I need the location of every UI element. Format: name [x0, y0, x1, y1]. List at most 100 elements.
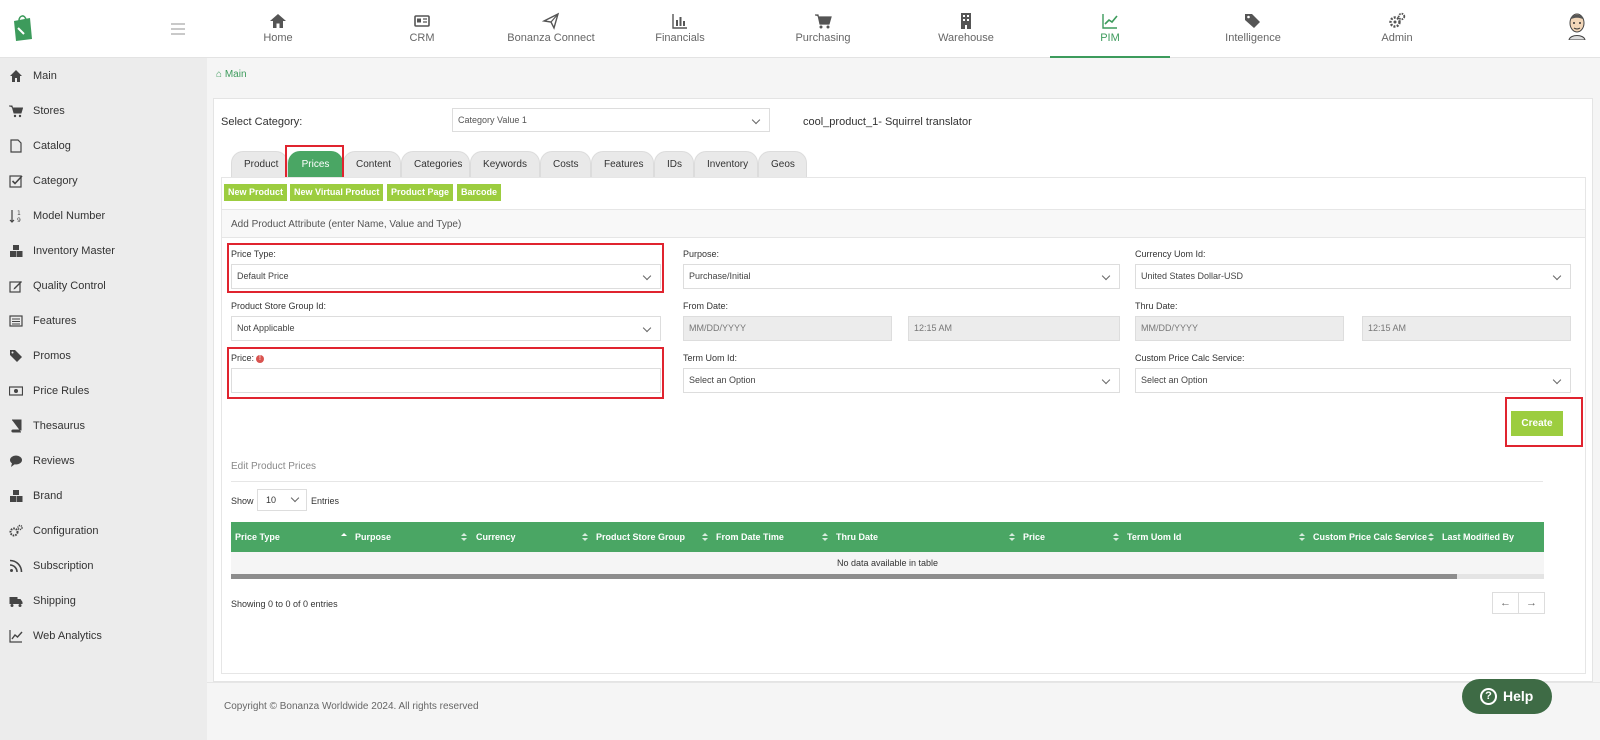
topnav-home[interactable]: Home: [218, 0, 338, 58]
topnav-purchasing[interactable]: Purchasing: [763, 0, 883, 58]
sidebar-item-label: Quality Control: [33, 280, 106, 292]
create-button[interactable]: Create: [1511, 411, 1563, 436]
from-date-placeholder: MM/DD/YYYY: [689, 323, 747, 333]
sidebar-item-web-analytics[interactable]: Web Analytics: [0, 622, 207, 650]
sidebar-item-inventory-master[interactable]: Inventory Master: [0, 237, 207, 265]
sort-asc-icon: [341, 533, 347, 541]
cart-icon: [9, 105, 23, 118]
thru-time-input[interactable]: 12:15 AM: [1362, 316, 1571, 341]
topnav-crm[interactable]: CRM: [362, 0, 482, 58]
top-bar: Home CRM Bonanza Connect Financials Purc…: [0, 0, 1600, 58]
store-group-label: Product Store Group Id:: [231, 301, 327, 311]
tab-prices[interactable]: Prices: [288, 151, 343, 177]
column-header-purpose[interactable]: Purpose: [351, 522, 473, 552]
sort-icon: [822, 533, 828, 541]
sidebar-item-promos[interactable]: Promos: [0, 342, 207, 370]
tab-product[interactable]: Product: [231, 151, 288, 177]
store-group-value: Not Applicable: [237, 323, 295, 333]
topnav-warehouse[interactable]: Warehouse: [906, 0, 1026, 58]
scrollbar-thumb[interactable]: [231, 574, 1457, 579]
topnav-pim[interactable]: PIM: [1050, 0, 1170, 58]
tab-geos[interactable]: Geos: [758, 151, 807, 177]
custom-calc-select[interactable]: Select an Option: [1135, 368, 1571, 393]
sidebar-item-main[interactable]: Main: [0, 62, 207, 90]
barcode-button[interactable]: Barcode: [457, 184, 502, 201]
sort-icon: [1299, 533, 1305, 541]
tab-ids[interactable]: IDs: [654, 151, 694, 177]
table-info: Showing 0 to 0 of 0 entries: [231, 599, 338, 609]
sort-icon: [702, 533, 708, 541]
sidebar-item-configuration[interactable]: Configuration: [0, 517, 207, 545]
sidebar-item-stores[interactable]: Stores: [0, 97, 207, 125]
user-avatar[interactable]: [1566, 12, 1588, 40]
store-group-select[interactable]: Not Applicable: [231, 316, 661, 341]
tab-label: Costs: [553, 159, 579, 170]
product-page-button[interactable]: Product Page: [387, 184, 454, 201]
page-size-select[interactable]: 10: [257, 489, 307, 511]
next-page-button[interactable]: →: [1518, 592, 1545, 614]
sidebar-item-category[interactable]: Category: [0, 167, 207, 195]
price-input[interactable]: [231, 368, 661, 393]
sidebar-item-quality-control[interactable]: Quality Control: [0, 272, 207, 300]
tab-costs[interactable]: Costs: [540, 151, 591, 177]
topnav-bonanza-connect[interactable]: Bonanza Connect: [491, 0, 611, 58]
table-header: Price Type Purpose Currency Product Stor…: [231, 522, 1544, 552]
tab-categories[interactable]: Categories: [401, 151, 470, 177]
divider: [231, 481, 1543, 482]
horizontal-scrollbar[interactable]: [231, 574, 1544, 579]
column-header-term-uom-id[interactable]: Term Uom Id: [1123, 522, 1311, 552]
column-header-thru-date[interactable]: Thru Date: [832, 522, 1021, 552]
topnav-admin[interactable]: Admin: [1337, 0, 1457, 58]
main-content: ⌂ Main Select Category: Category Value 1…: [207, 58, 1600, 740]
column-header-price[interactable]: Price: [1019, 522, 1125, 552]
topnav-label: Purchasing: [795, 32, 851, 44]
topnav-label: Financials: [655, 32, 705, 44]
topnav-financials[interactable]: Financials: [620, 0, 740, 58]
column-header-product-store-group[interactable]: Product Store Group: [592, 522, 714, 552]
new-product-button[interactable]: New Product: [224, 184, 288, 201]
tab-content[interactable]: Content: [343, 151, 401, 177]
home-icon: ⌂: [216, 69, 223, 80]
custom-calc-label: Custom Price Calc Service:: [1135, 353, 1245, 363]
previous-page-button[interactable]: ←: [1492, 592, 1519, 614]
term-uom-select[interactable]: Select an Option: [683, 368, 1120, 393]
column-header-from-date-time[interactable]: From Date Time: [712, 522, 834, 552]
tab-keywords[interactable]: Keywords: [470, 151, 540, 177]
tab-features[interactable]: Features: [591, 151, 654, 177]
help-button[interactable]: ? Help: [1462, 679, 1552, 714]
topnav-label: Home: [263, 32, 293, 44]
from-date-input[interactable]: MM/DD/YYYY: [683, 316, 892, 341]
sidebar-item-brand[interactable]: Brand: [0, 482, 207, 510]
topnav-intelligence[interactable]: Intelligence: [1193, 0, 1313, 58]
sidebar-item-shipping[interactable]: Shipping: [0, 587, 207, 615]
currency-select[interactable]: United States Dollar-USD: [1135, 264, 1571, 289]
sidebar-item-reviews[interactable]: Reviews: [0, 447, 207, 475]
column-header-price-type[interactable]: Price Type: [231, 522, 353, 552]
sidebar-item-price-rules[interactable]: Price Rules: [0, 377, 207, 405]
sidebar-item-catalog[interactable]: Catalog: [0, 132, 207, 160]
sidebar: Main Stores Catalog Category 19 Model Nu…: [0, 58, 207, 740]
sidebar-item-thesaurus[interactable]: Thesaurus: [0, 412, 207, 440]
price-label: Price:: [231, 353, 255, 363]
breadcrumb[interactable]: ⌂ Main: [216, 69, 247, 80]
column-header-last-modified-by[interactable]: Last Modified By: [1438, 522, 1544, 552]
bonanza-logo-icon[interactable]: [10, 12, 34, 42]
price-type-select[interactable]: Default Price: [231, 264, 661, 289]
sidebar-item-model-number[interactable]: 19 Model Number: [0, 202, 207, 230]
thru-date-input[interactable]: MM/DD/YYYY: [1135, 316, 1344, 341]
sidebar-item-features[interactable]: Features: [0, 307, 207, 335]
sort-icon: [1009, 533, 1015, 541]
edit-prices-title: Edit Product Prices: [231, 461, 317, 472]
column-header-custom-price-calc-service[interactable]: Custom Price Calc Service: [1309, 522, 1440, 552]
tab-inventory[interactable]: Inventory: [694, 151, 758, 177]
sidebar-item-subscription[interactable]: Subscription: [0, 552, 207, 580]
column-header-currency[interactable]: Currency: [472, 522, 594, 552]
purpose-select[interactable]: Purchase/Initial: [683, 264, 1120, 289]
bar-chart-icon: [672, 14, 687, 29]
from-time-input[interactable]: 12:15 AM: [908, 316, 1120, 341]
category-select[interactable]: Category Value 1: [452, 108, 770, 132]
menu-toggle-icon[interactable]: [171, 23, 185, 35]
new-virtual-product-button[interactable]: New Virtual Product: [290, 184, 384, 201]
chevron-down-icon: [1552, 271, 1562, 281]
column-label: Price Type: [235, 532, 280, 542]
